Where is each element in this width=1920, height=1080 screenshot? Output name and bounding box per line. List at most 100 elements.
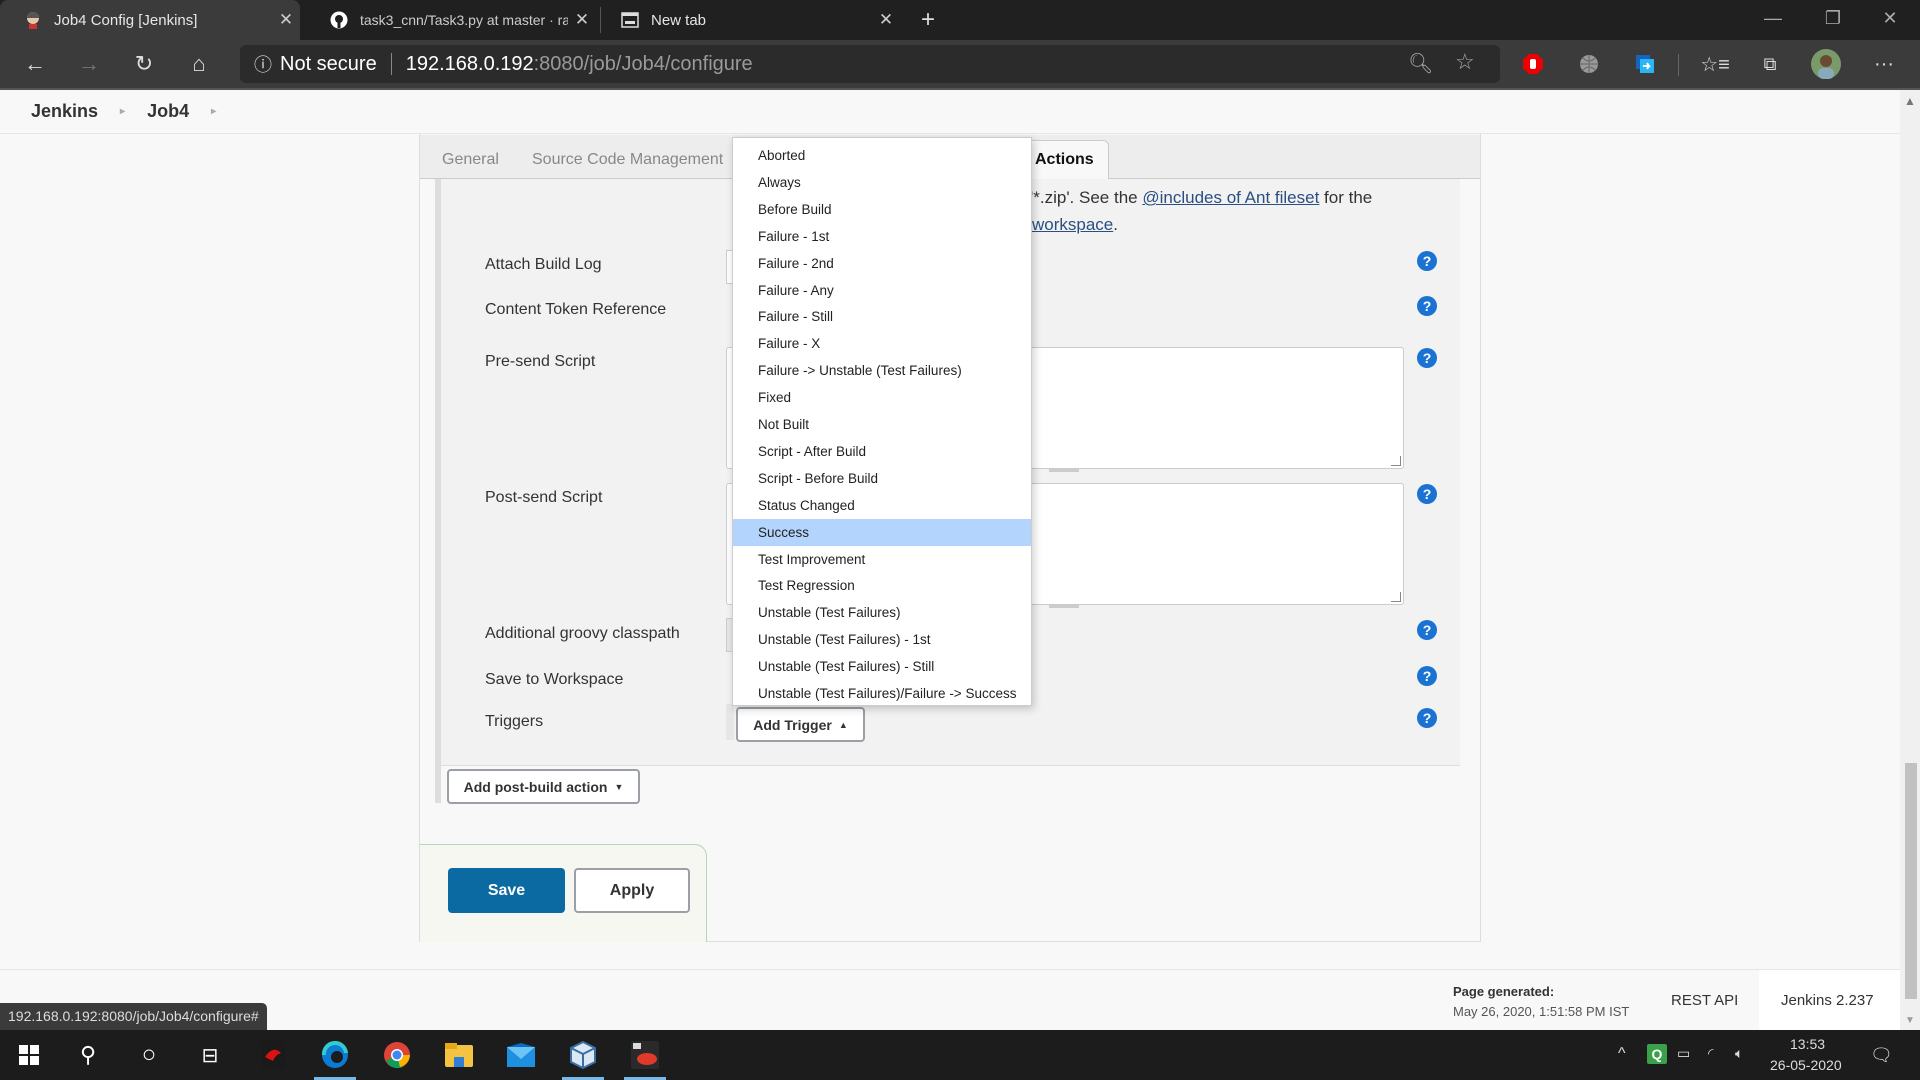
- security-label[interactable]: Not secure: [280, 53, 377, 76]
- breadcrumb-chevron-icon[interactable]: ▸: [211, 106, 216, 117]
- help-icon[interactable]: ?: [1417, 666, 1437, 686]
- scroll-down-icon[interactable]: ▼: [1900, 1015, 1920, 1026]
- browser-tab-new[interactable]: New tab ✕: [600, 7, 900, 33]
- wifi-icon[interactable]: ◜: [1708, 1045, 1713, 1062]
- battery-icon[interactable]: ▭: [1677, 1045, 1690, 1062]
- github-icon: [330, 11, 348, 29]
- save-button[interactable]: Save: [448, 868, 565, 913]
- redhat-app[interactable]: [620, 1030, 670, 1080]
- page-scrollbar[interactable]: ▲ ▼: [1900, 90, 1920, 1030]
- globe-extension-icon[interactable]: [1571, 46, 1607, 82]
- scrollbar-thumb[interactable]: [1905, 763, 1917, 999]
- trigger-menu-item[interactable]: Aborted: [733, 142, 1031, 169]
- search-button[interactable]: ⚲: [63, 1030, 113, 1080]
- tab-source-code-management[interactable]: Source Code Management: [532, 151, 723, 169]
- trigger-menu-item[interactable]: Fixed: [733, 384, 1031, 411]
- breadcrumb-chevron-icon[interactable]: ▸: [120, 106, 125, 117]
- close-tab-icon[interactable]: ✕: [272, 10, 300, 30]
- window-close-button[interactable]: ✕: [1860, 0, 1920, 40]
- jenkins-version-link[interactable]: Jenkins 2.237: [1781, 992, 1874, 1009]
- home-button[interactable]: ⌂: [175, 40, 223, 88]
- collections-icon[interactable]: ⧉: [1752, 46, 1788, 82]
- tab-general[interactable]: General: [442, 151, 499, 169]
- trigger-menu-item[interactable]: Failure - 2nd: [733, 250, 1031, 277]
- add-post-build-action-button[interactable]: Add post-build action ▼: [447, 769, 640, 804]
- info-icon[interactable]: ⓘ: [254, 51, 272, 77]
- trigger-menu-item[interactable]: Failure -> Unstable (Test Failures): [733, 357, 1031, 384]
- task-view-button[interactable]: ⊟: [185, 1030, 235, 1080]
- volume-icon[interactable]: 🔈︎: [1735, 1045, 1743, 1062]
- help-icon[interactable]: ?: [1417, 296, 1437, 316]
- q-app-tray-icon[interactable]: Q: [1647, 1044, 1667, 1064]
- new-tab-button[interactable]: +: [914, 6, 942, 34]
- back-button[interactable]: ←: [11, 40, 59, 88]
- virtualbox-app[interactable]: [558, 1030, 608, 1080]
- trigger-menu-item[interactable]: Before Build: [733, 196, 1031, 223]
- share-extension-icon[interactable]: [1627, 46, 1663, 82]
- trigger-menu-item[interactable]: Script - After Build: [733, 438, 1031, 465]
- favorites-icon[interactable]: ☆≡: [1697, 46, 1733, 82]
- browser-tab-jenkins[interactable]: Job4 Config [Jenkins] ✕: [0, 0, 300, 40]
- trigger-menu-item[interactable]: Failure - X: [733, 330, 1031, 357]
- browser-tab-github[interactable]: task3_cnn/Task3.py at master · ra ✕: [306, 0, 596, 40]
- trigger-menu-item[interactable]: Status Changed: [733, 492, 1031, 519]
- trigger-menu-item[interactable]: Success: [733, 518, 1031, 546]
- close-tab-icon[interactable]: ✕: [872, 10, 900, 30]
- chrome-app[interactable]: [372, 1030, 422, 1080]
- breadcrumb-job4[interactable]: Job4: [147, 101, 189, 122]
- help-icon[interactable]: ?: [1417, 708, 1437, 728]
- show-hidden-icons[interactable]: ^: [1618, 1045, 1626, 1063]
- scroll-up-icon[interactable]: ▲: [1900, 94, 1920, 108]
- workspace-link[interactable]: workspace: [1032, 215, 1113, 234]
- minimize-button[interactable]: —: [1743, 0, 1803, 40]
- add-favorite-icon[interactable]: ☆: [1455, 49, 1475, 75]
- help-icon[interactable]: ?: [1417, 251, 1437, 271]
- windows-start-button[interactable]: [4, 1030, 54, 1080]
- help-icon[interactable]: ?: [1417, 484, 1437, 504]
- forward-button[interactable]: →: [65, 40, 113, 88]
- trigger-menu-item[interactable]: Test Regression: [733, 572, 1031, 599]
- trigger-menu-item[interactable]: Test Improvement: [733, 546, 1031, 573]
- help-icon[interactable]: ?: [1417, 348, 1437, 368]
- trigger-menu-item[interactable]: Unstable (Test Failures) - 1st: [733, 626, 1031, 653]
- breadcrumb-jenkins[interactable]: Jenkins: [31, 101, 98, 122]
- textarea-resize-handle[interactable]: [1049, 469, 1079, 472]
- edge-app[interactable]: [310, 1030, 360, 1080]
- tab-post-build-actions[interactable]: Actions: [1020, 140, 1109, 180]
- resize-grip-icon[interactable]: [1391, 592, 1401, 602]
- trigger-menu-item[interactable]: Not Built: [733, 411, 1031, 438]
- rest-api-link[interactable]: REST API: [1671, 992, 1738, 1009]
- trigger-menu-item[interactable]: Unstable (Test Failures) - Still: [733, 653, 1031, 680]
- cortana-button[interactable]: ○: [124, 1030, 174, 1080]
- add-trigger-button[interactable]: Add Trigger ▲: [736, 707, 865, 742]
- msi-dragon-app[interactable]: [248, 1030, 298, 1080]
- clock-date[interactable]: 26-05-2020: [1770, 1057, 1842, 1073]
- address-bar[interactable]: ⓘ Not secure 192.168.0.192:8080/job/Job4…: [240, 45, 1500, 83]
- action-center-icon[interactable]: 🗨︎: [1870, 1045, 1893, 1066]
- file-explorer-app[interactable]: [434, 1030, 484, 1080]
- help-icon[interactable]: ?: [1417, 620, 1437, 640]
- trigger-menu-item[interactable]: Always: [733, 169, 1031, 196]
- trigger-menu-item[interactable]: Failure - 1st: [733, 223, 1031, 250]
- trigger-menu-item[interactable]: Unstable (Test Failures)/Failure -> Succ…: [733, 680, 1031, 707]
- additional-groovy-classpath-label: Additional groovy classpath: [485, 625, 680, 642]
- zoom-out-icon[interactable]: 🔍︎: [1408, 51, 1433, 76]
- ant-fileset-link[interactable]: @includes of Ant fileset: [1142, 188, 1319, 207]
- textarea-resize-handle[interactable]: [1049, 605, 1079, 608]
- restore-button[interactable]: ❐: [1803, 0, 1863, 40]
- trigger-menu-item[interactable]: Failure - Any: [733, 277, 1031, 304]
- trigger-menu-item[interactable]: Failure - Still: [733, 303, 1031, 330]
- trigger-menu-item[interactable]: Unstable (Test Failures): [733, 599, 1031, 626]
- url-text[interactable]: 192.168.0.192:8080/job/Job4/configure: [406, 53, 753, 76]
- clock-time[interactable]: 13:53: [1790, 1036, 1825, 1052]
- resize-grip-icon[interactable]: [1391, 456, 1401, 466]
- adblock-extension-icon[interactable]: [1515, 46, 1551, 82]
- trigger-menu-item[interactable]: Script - Before Build: [733, 465, 1031, 492]
- more-menu-icon[interactable]: ···: [1866, 46, 1902, 82]
- mail-app[interactable]: [496, 1030, 546, 1080]
- url-path: :8080/job/Job4/configure: [533, 52, 753, 75]
- refresh-button[interactable]: ↻: [120, 40, 168, 88]
- apply-button[interactable]: Apply: [574, 868, 690, 913]
- profile-avatar[interactable]: [1808, 46, 1844, 82]
- close-tab-icon[interactable]: ✕: [568, 10, 596, 30]
